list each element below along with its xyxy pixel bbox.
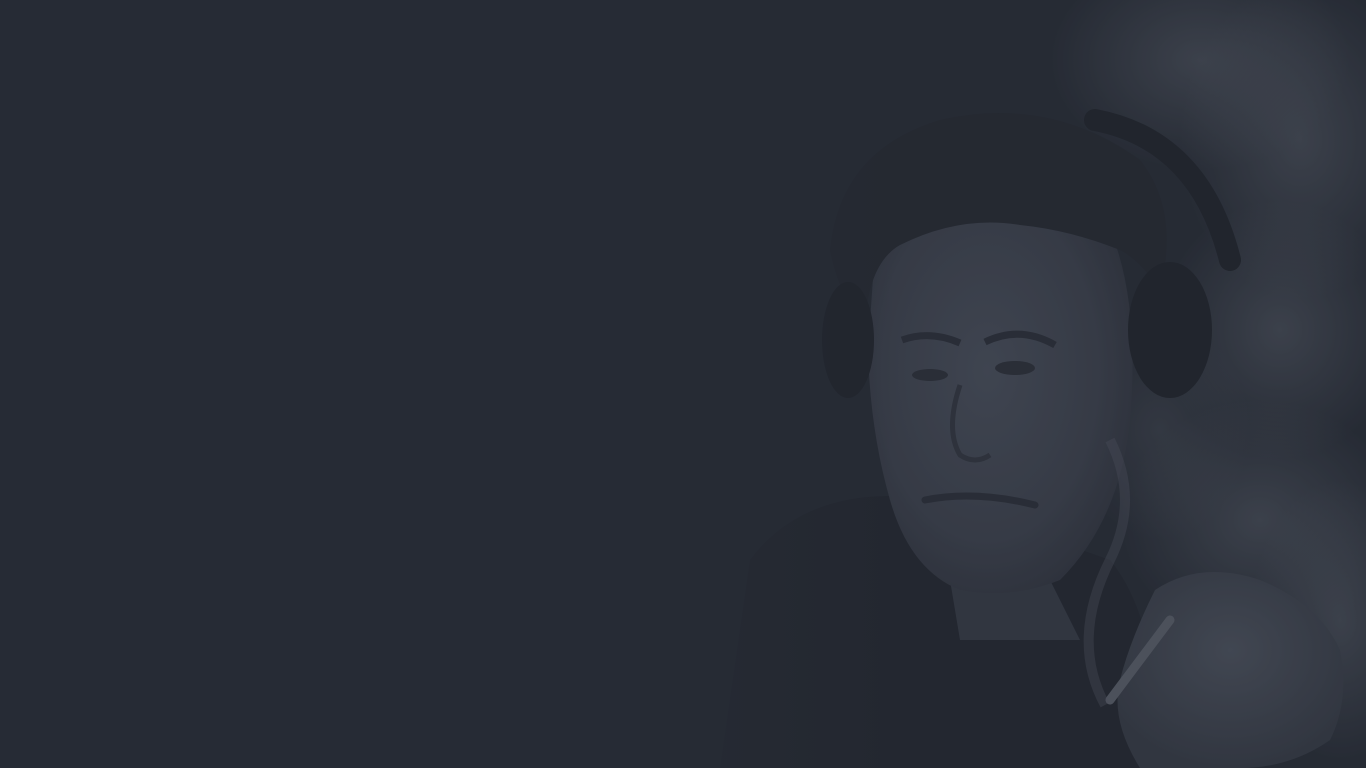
portrait-illustration (640, 0, 1366, 768)
dark-overlay (640, 0, 1366, 768)
background-portrait-image (640, 0, 1366, 768)
login-background-screen (0, 0, 1366, 768)
